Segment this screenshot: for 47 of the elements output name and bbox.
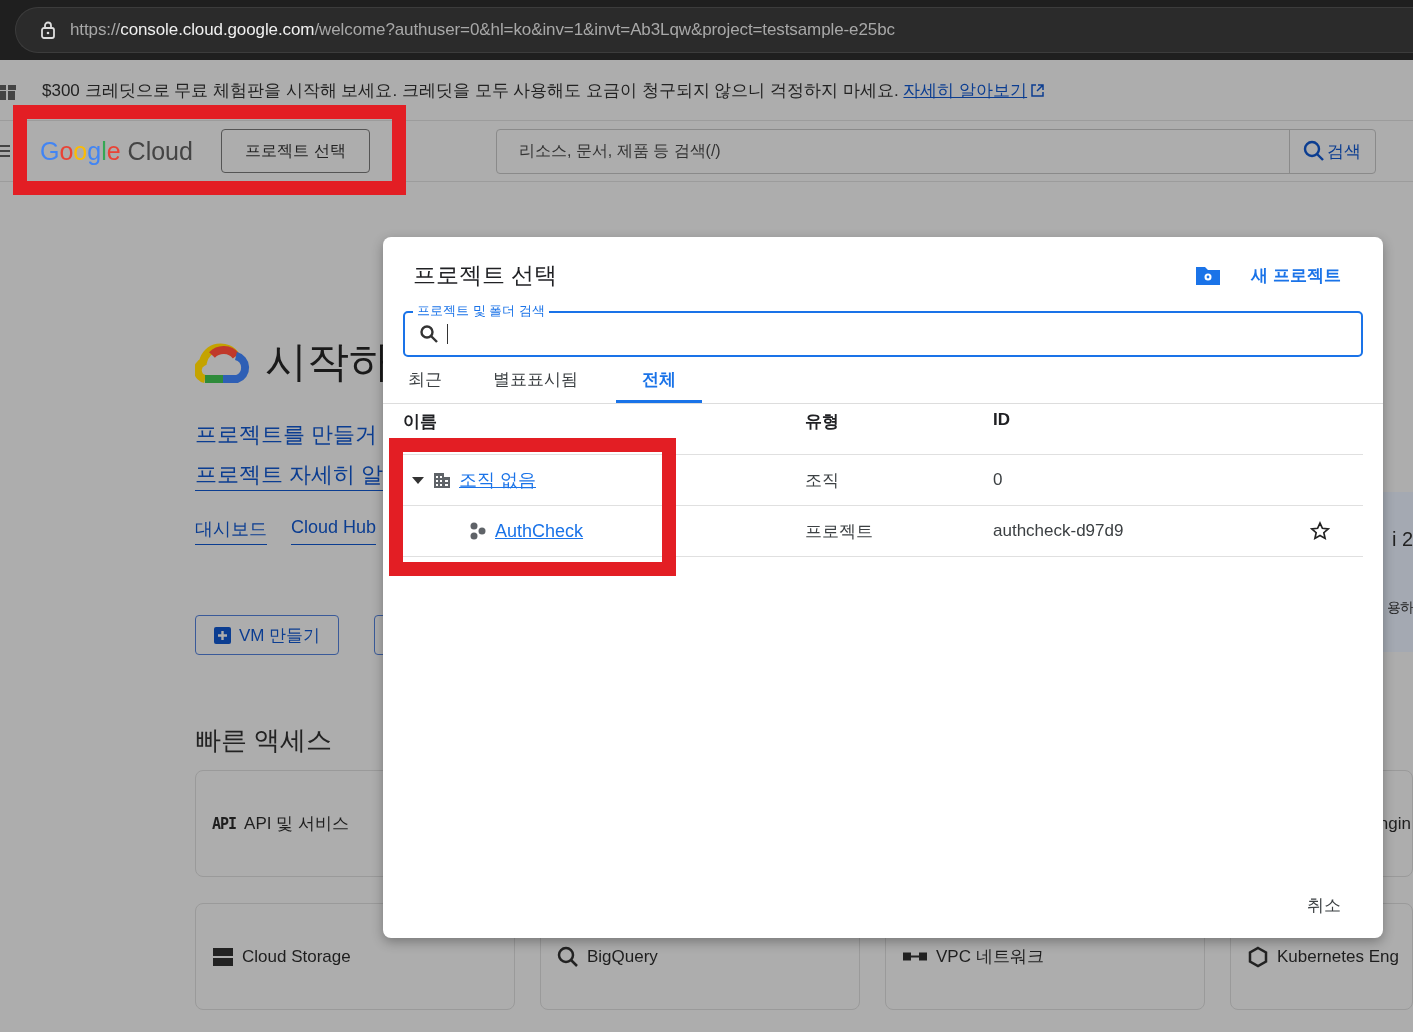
hexagon-icon <box>1247 945 1269 968</box>
column-header: 유형 <box>805 411 840 433</box>
dots-icon <box>469 522 487 540</box>
card-label: VPC 네트워크 <box>936 946 1044 968</box>
field-label: 프로젝트 및 폴더 검색 <box>413 303 549 319</box>
table-cell-text: 0 <box>993 470 1004 490</box>
folder-gear-icon[interactable] <box>1195 264 1222 286</box>
card-label: BigQuery <box>587 946 658 967</box>
column-header: 이름 <box>403 411 438 433</box>
search-button[interactable]: 검색 <box>1288 129 1375 173</box>
side-text: i 2 <box>1391 527 1413 551</box>
building-icon <box>433 471 451 489</box>
column-header: ID <box>993 409 1011 430</box>
nav-link[interactable]: 대시보드 <box>195 517 267 545</box>
star-icon[interactable] <box>1310 521 1330 541</box>
tab[interactable]: 전체 <box>616 359 702 403</box>
project-select-button[interactable]: 프로젝트 선택 <box>220 129 370 173</box>
learn-more-link[interactable]: 자세히 알아보기 <box>903 78 1045 102</box>
new-project-button[interactable]: 새 프로젝트 <box>1245 262 1347 288</box>
lock-icon[interactable] <box>40 21 56 39</box>
tab[interactable]: 별표표시됨 <box>455 359 616 403</box>
table-cell-text: authcheck-d97d9 <box>993 521 1125 541</box>
search-icon <box>1303 140 1326 162</box>
external-link-icon[interactable] <box>1031 83 1045 97</box>
search-field[interactable]: 리소스, 문서, 제품 등 검색(/) 검색 <box>495 128 1376 174</box>
search-icon <box>419 324 439 344</box>
nav-link[interactable]: Cloud Hub <box>291 517 377 545</box>
dialog-title: 프로젝트 선택 <box>413 260 559 290</box>
plus-icon <box>214 626 231 644</box>
table-cell-text: 조직 <box>805 469 840 492</box>
create-vm-button[interactable]: VM 만들기 <box>195 615 340 655</box>
row-name-link[interactable]: AuthCheck <box>495 520 584 542</box>
storage-icon <box>212 945 234 968</box>
section-title: 빠른 액세스 <box>195 724 334 757</box>
page-title: 시작하 <box>265 337 391 387</box>
tab[interactable]: 최근 <box>395 359 455 403</box>
api-icon: API <box>212 814 237 833</box>
info-link[interactable]: 프로젝트를 만들거 <box>195 420 378 450</box>
card-label: Kubernetes Eng <box>1277 946 1399 967</box>
card-label: Cloud Storage <box>242 946 351 967</box>
row-name-link[interactable]: 조직 없음 <box>459 468 536 492</box>
side-text: 용하 <box>1387 598 1413 617</box>
google-cloud-logo[interactable]: Google Cloud <box>40 136 193 166</box>
banner-message: $300 크레딧으로 무료 체험판을 시작해 보세요. 크레딧을 모두 사용해도 요금이 청구되지 않으니 걱정하지 마세요. 자세히 알아보기 <box>42 78 1045 102</box>
network-icon <box>902 952 928 961</box>
menu-icon[interactable] <box>0 144 10 158</box>
table-cell-text: 프로젝트 <box>805 520 874 543</box>
